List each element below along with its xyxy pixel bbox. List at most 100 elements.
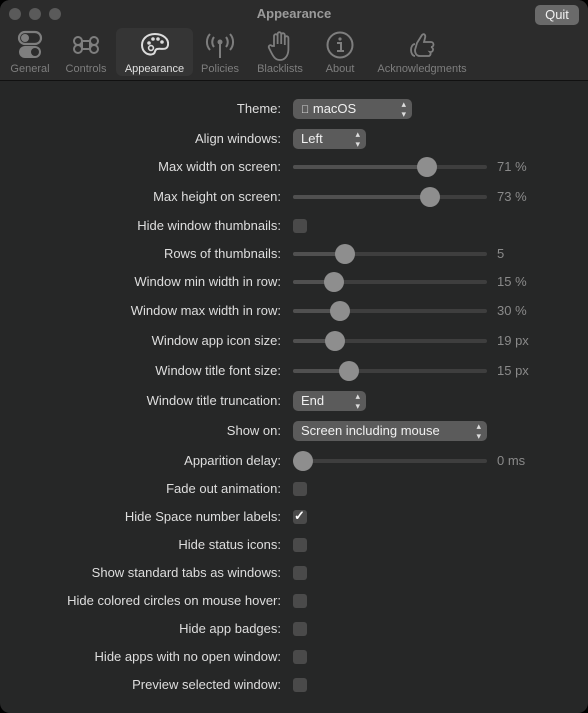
chevron-updown-icon: ▴ ▾: [355, 391, 360, 411]
setting-align-windows: Align windows: Left ▴ ▾: [0, 127, 588, 151]
setting-label: Max width on screen:: [158, 159, 281, 174]
slider-thumb[interactable]: [324, 272, 345, 292]
setting-label: Show on:: [226, 423, 281, 438]
setting-label: Window max width in row:: [130, 303, 281, 318]
apple-icon: : [301, 104, 309, 116]
setting-min-width-row: Window min width in row: 15 %: [0, 270, 588, 294]
setting-preview-selected: Preview selected window:: [0, 673, 588, 697]
setting-show-tabs: Show standard tabs as windows:: [0, 561, 588, 585]
toggles-icon: [17, 30, 43, 58]
setting-app-icon-size: Window app icon size: 19 px: [0, 329, 588, 353]
setting-label: Rows of thumbnails:: [163, 246, 281, 261]
setting-label: Window title truncation:: [146, 393, 281, 408]
slider-thumb[interactable]: [339, 361, 360, 381]
setting-hide-status-icons: Hide status icons:: [0, 533, 588, 557]
chevron-updown-icon: ▴ ▾: [401, 99, 406, 119]
tab-label: Blacklists: [257, 63, 303, 75]
hide-badges-checkbox[interactable]: [293, 622, 307, 636]
slider-track: [293, 459, 487, 463]
preferences-window: Appearance Quit General Controls Appeara…: [0, 0, 588, 713]
app-icon-size-slider[interactable]: [293, 329, 487, 353]
palette-icon: [140, 32, 169, 56]
show-tabs-checkbox[interactable]: [293, 566, 307, 580]
tab-label: Acknowledgments: [377, 63, 467, 75]
tab-label: Policies: [201, 63, 239, 75]
thumbs-up-icon: [410, 33, 435, 57]
hide-no-window-checkbox[interactable]: [293, 650, 307, 664]
slider-thumb[interactable]: [334, 244, 355, 264]
popup-value: Left: [301, 131, 323, 146]
slider-value: 15 %: [497, 274, 527, 289]
chevron-updown-icon: ▴ ▾: [476, 421, 481, 441]
title-font-size-slider[interactable]: [293, 359, 487, 383]
setting-show-on: Show on: Screen including mouse ▴ ▾: [0, 419, 588, 443]
slider-value: 0 ms: [497, 453, 526, 468]
slider-thumb[interactable]: [416, 157, 437, 177]
slider-value: 15 px: [497, 363, 529, 378]
title-truncation-popup[interactable]: End ▴ ▾: [293, 391, 366, 411]
setting-label: Fade out animation:: [166, 481, 281, 496]
max-width-row-slider[interactable]: [293, 299, 487, 323]
slider-thumb[interactable]: [420, 187, 441, 207]
min-width-row-slider[interactable]: [293, 270, 487, 294]
window-title: Appearance: [256, 6, 332, 21]
tab-label: Controls: [65, 63, 107, 75]
rows-slider[interactable]: [293, 242, 487, 266]
slider-thumb[interactable]: [329, 301, 350, 321]
tab-policies[interactable]: Policies: [196, 28, 244, 76]
setting-label: Hide colored circles on mouse hover:: [67, 593, 281, 608]
setting-hide-thumbnails: Hide window thumbnails:: [0, 214, 588, 238]
tab-label: Appearance: [124, 63, 185, 75]
slider-thumb[interactable]: [293, 451, 313, 471]
slider-fill: [293, 195, 431, 199]
quit-button[interactable]: Quit: [535, 5, 579, 25]
setting-label: Hide status icons:: [178, 537, 281, 552]
setting-hide-no-window: Hide apps with no open window:: [0, 645, 588, 669]
hide-thumbnails-checkbox[interactable]: [293, 219, 307, 233]
tab-blacklists[interactable]: Blacklists: [250, 28, 310, 76]
tab-label: About: [325, 63, 355, 75]
setting-label: Max height on screen:: [153, 189, 281, 204]
antenna-icon: [206, 33, 234, 58]
tab-general[interactable]: General: [4, 28, 56, 76]
setting-label: Preview selected window:: [132, 677, 281, 692]
align-windows-popup[interactable]: Left ▴ ▾: [293, 129, 366, 149]
setting-fade-out: Fade out animation:: [0, 477, 588, 501]
setting-title-truncation: Window title truncation: End ▴ ▾: [0, 389, 588, 413]
hand-icon: [267, 31, 290, 61]
slider-thumb[interactable]: [325, 331, 346, 351]
show-on-popup[interactable]: Screen including mouse ▴ ▾: [293, 421, 487, 441]
theme-popup[interactable]:  macOS ▴▾: [293, 99, 412, 119]
setting-rows: Rows of thumbnails: 5: [0, 242, 588, 266]
setting-label: Apparition delay:: [184, 453, 281, 468]
tab-controls[interactable]: Controls: [60, 28, 112, 76]
tab-about[interactable]: About: [318, 28, 362, 76]
setting-label: Show standard tabs as windows:: [91, 565, 281, 580]
max-width-slider[interactable]: [293, 155, 487, 179]
fade-out-checkbox[interactable]: [293, 482, 307, 496]
setting-label: Align windows:: [195, 131, 281, 146]
setting-max-width: Max width on screen: 71 %: [0, 155, 588, 179]
popup-value: macOS: [301, 101, 356, 116]
setting-label: Window title font size:: [155, 363, 281, 378]
setting-label: Hide apps with no open window:: [94, 649, 281, 664]
setting-label: Hide app badges:: [179, 621, 281, 636]
hide-space-labels-checkbox[interactable]: ✓: [293, 508, 307, 524]
hide-circles-checkbox[interactable]: [293, 594, 307, 608]
apparition-delay-slider[interactable]: [293, 449, 487, 473]
tab-appearance[interactable]: Appearance: [116, 28, 193, 76]
setting-label: Hide window thumbnails:: [137, 218, 281, 233]
chevron-updown-icon: ▴ ▾: [355, 129, 360, 149]
tab-acknowledgments[interactable]: Acknowledgments: [372, 28, 472, 76]
slider-fill: [293, 165, 427, 169]
checkmark-icon: ✓: [294, 508, 305, 523]
preview-selected-checkbox[interactable]: [293, 678, 307, 692]
slider-value: 19 px: [497, 333, 529, 348]
setting-label: Theme:: [236, 101, 281, 116]
max-height-slider[interactable]: [293, 185, 487, 209]
setting-label: Window min width in row:: [134, 274, 281, 289]
setting-label: Window app icon size:: [151, 333, 281, 348]
popup-value: Screen including mouse: [301, 423, 440, 438]
setting-hide-space-labels: Hide Space number labels: ✓: [0, 505, 588, 529]
hide-status-icons-checkbox[interactable]: [293, 538, 307, 552]
